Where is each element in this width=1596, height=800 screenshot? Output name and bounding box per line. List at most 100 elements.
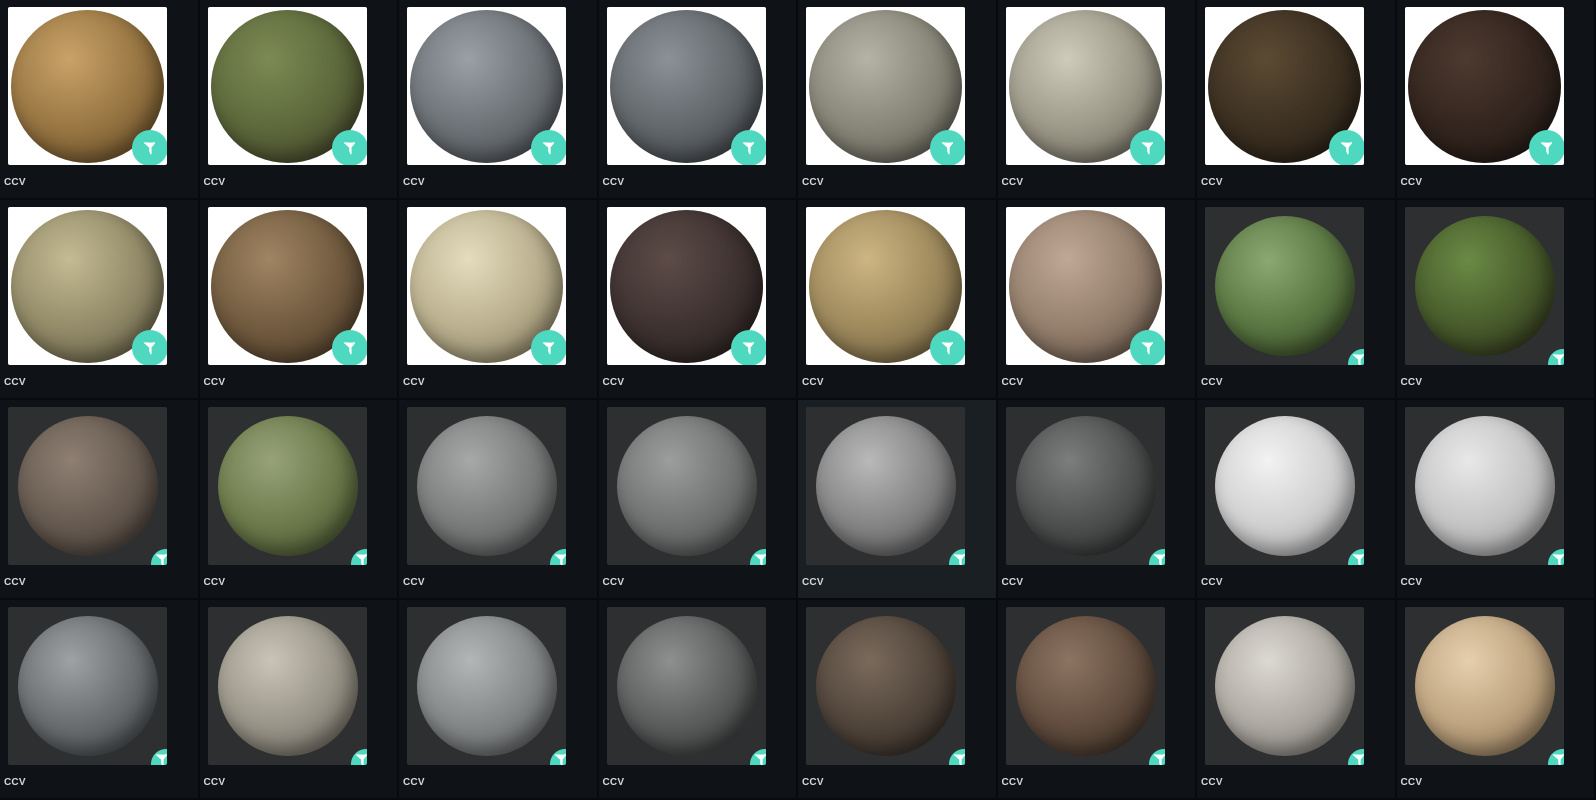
- material-badge-icon[interactable]: [1348, 749, 1364, 765]
- material-badge-icon[interactable]: [151, 549, 167, 565]
- material-badge-icon[interactable]: [1329, 130, 1364, 165]
- material-badge-icon[interactable]: [949, 549, 965, 565]
- material-thumbnail[interactable]: [407, 207, 566, 365]
- material-card[interactable]: CCV: [199, 400, 399, 600]
- material-card[interactable]: CCV: [997, 0, 1197, 200]
- material-thumbnail[interactable]: [1005, 207, 1165, 365]
- material-card[interactable]: CCV: [1197, 0, 1397, 200]
- material-thumbnail[interactable]: [207, 207, 367, 365]
- material-badge-icon[interactable]: [1148, 749, 1165, 765]
- material-thumbnail[interactable]: [1404, 207, 1564, 365]
- material-card[interactable]: CCV: [1197, 400, 1397, 600]
- material-badge-icon[interactable]: [132, 330, 167, 365]
- material-card[interactable]: CCV: [798, 400, 998, 600]
- material-card[interactable]: CCV: [1396, 200, 1596, 400]
- material-badge-icon[interactable]: [1129, 330, 1165, 365]
- license-label: CCV: [4, 177, 26, 188]
- material-thumbnail[interactable]: [606, 407, 766, 565]
- material-badge-icon[interactable]: [550, 749, 566, 765]
- material-badge-icon[interactable]: [550, 549, 566, 565]
- material-card[interactable]: CCV: [798, 200, 998, 400]
- material-thumbnail[interactable]: [1404, 7, 1564, 165]
- material-badge-icon[interactable]: [930, 130, 965, 165]
- material-badge-icon[interactable]: [350, 749, 367, 765]
- material-badge-icon[interactable]: [331, 330, 367, 365]
- material-card[interactable]: CCV: [0, 400, 200, 600]
- material-card[interactable]: CCV: [399, 0, 599, 200]
- material-thumbnail[interactable]: [1205, 607, 1364, 765]
- material-thumbnail[interactable]: [8, 207, 167, 365]
- material-badge-icon[interactable]: [1129, 130, 1165, 165]
- material-card[interactable]: CCV: [997, 400, 1197, 600]
- material-thumbnail[interactable]: [1005, 7, 1165, 165]
- material-card[interactable]: CCV: [1396, 600, 1596, 800]
- material-card[interactable]: CCV: [598, 600, 798, 800]
- material-badge-icon[interactable]: [1547, 349, 1564, 365]
- material-thumbnail[interactable]: [1404, 607, 1564, 765]
- material-card[interactable]: CCV: [798, 600, 998, 800]
- material-card[interactable]: CCV: [1396, 0, 1596, 200]
- material-badge-icon[interactable]: [1348, 549, 1364, 565]
- material-badge-icon[interactable]: [1547, 549, 1564, 565]
- material-thumbnail[interactable]: [606, 7, 766, 165]
- material-thumbnail[interactable]: [407, 7, 566, 165]
- material-badge-icon[interactable]: [1148, 549, 1165, 565]
- material-badge-icon[interactable]: [1528, 130, 1564, 165]
- material-thumbnail[interactable]: [1205, 407, 1364, 565]
- material-thumbnail[interactable]: [606, 207, 766, 365]
- material-card[interactable]: CCV: [1396, 400, 1596, 600]
- material-thumbnail[interactable]: [806, 407, 965, 565]
- material-card[interactable]: CCV: [1197, 600, 1397, 800]
- material-thumbnail[interactable]: [1005, 607, 1165, 765]
- material-thumbnail[interactable]: [1404, 407, 1564, 565]
- material-thumbnail[interactable]: [207, 7, 367, 165]
- material-card[interactable]: CCV: [598, 0, 798, 200]
- material-thumbnail[interactable]: [207, 407, 367, 565]
- material-thumbnail[interactable]: [1205, 207, 1364, 365]
- material-card[interactable]: CCV: [0, 200, 200, 400]
- material-badge-icon[interactable]: [350, 549, 367, 565]
- material-badge-icon[interactable]: [331, 130, 367, 165]
- material-badge-icon[interactable]: [531, 130, 566, 165]
- material-card[interactable]: CCV: [199, 0, 399, 200]
- material-card[interactable]: CCV: [0, 0, 200, 200]
- material-thumbnail[interactable]: [8, 7, 167, 165]
- material-badge-icon[interactable]: [949, 749, 965, 765]
- material-badge-icon[interactable]: [749, 749, 766, 765]
- material-thumbnail[interactable]: [806, 7, 965, 165]
- material-badge-icon[interactable]: [730, 130, 766, 165]
- material-thumbnail[interactable]: [407, 407, 566, 565]
- material-card[interactable]: CCV: [598, 200, 798, 400]
- license-label: CCV: [1001, 377, 1024, 388]
- material-card[interactable]: CCV: [997, 600, 1197, 800]
- material-thumbnail[interactable]: [806, 207, 965, 365]
- material-badge-icon[interactable]: [730, 330, 766, 365]
- material-card[interactable]: CCV: [1197, 200, 1397, 400]
- material-badge-icon[interactable]: [531, 330, 566, 365]
- material-card[interactable]: CCV: [399, 200, 599, 400]
- material-badge-icon[interactable]: [1348, 349, 1364, 365]
- material-badge-icon[interactable]: [749, 549, 766, 565]
- material-thumbnail[interactable]: [8, 607, 167, 765]
- license-label: CCV: [203, 177, 226, 188]
- material-thumbnail[interactable]: [8, 407, 167, 565]
- material-badge-icon[interactable]: [132, 130, 167, 165]
- material-badge-icon[interactable]: [930, 330, 965, 365]
- material-card[interactable]: CCV: [399, 600, 599, 800]
- material-badge-icon[interactable]: [1547, 749, 1564, 765]
- material-thumbnail[interactable]: [806, 607, 965, 765]
- material-card[interactable]: CCV: [199, 600, 399, 800]
- material-thumbnail[interactable]: [606, 607, 766, 765]
- material-thumbnail[interactable]: [407, 607, 566, 765]
- material-thumbnail[interactable]: [1005, 407, 1165, 565]
- license-label: CCV: [802, 377, 824, 388]
- material-thumbnail[interactable]: [1205, 7, 1364, 165]
- material-card[interactable]: CCV: [997, 200, 1197, 400]
- material-card[interactable]: CCV: [199, 200, 399, 400]
- material-card[interactable]: CCV: [399, 400, 599, 600]
- material-card[interactable]: CCV: [0, 600, 200, 800]
- material-badge-icon[interactable]: [151, 749, 167, 765]
- material-card[interactable]: CCV: [798, 0, 998, 200]
- material-thumbnail[interactable]: [207, 607, 367, 765]
- material-card[interactable]: CCV: [598, 400, 798, 600]
